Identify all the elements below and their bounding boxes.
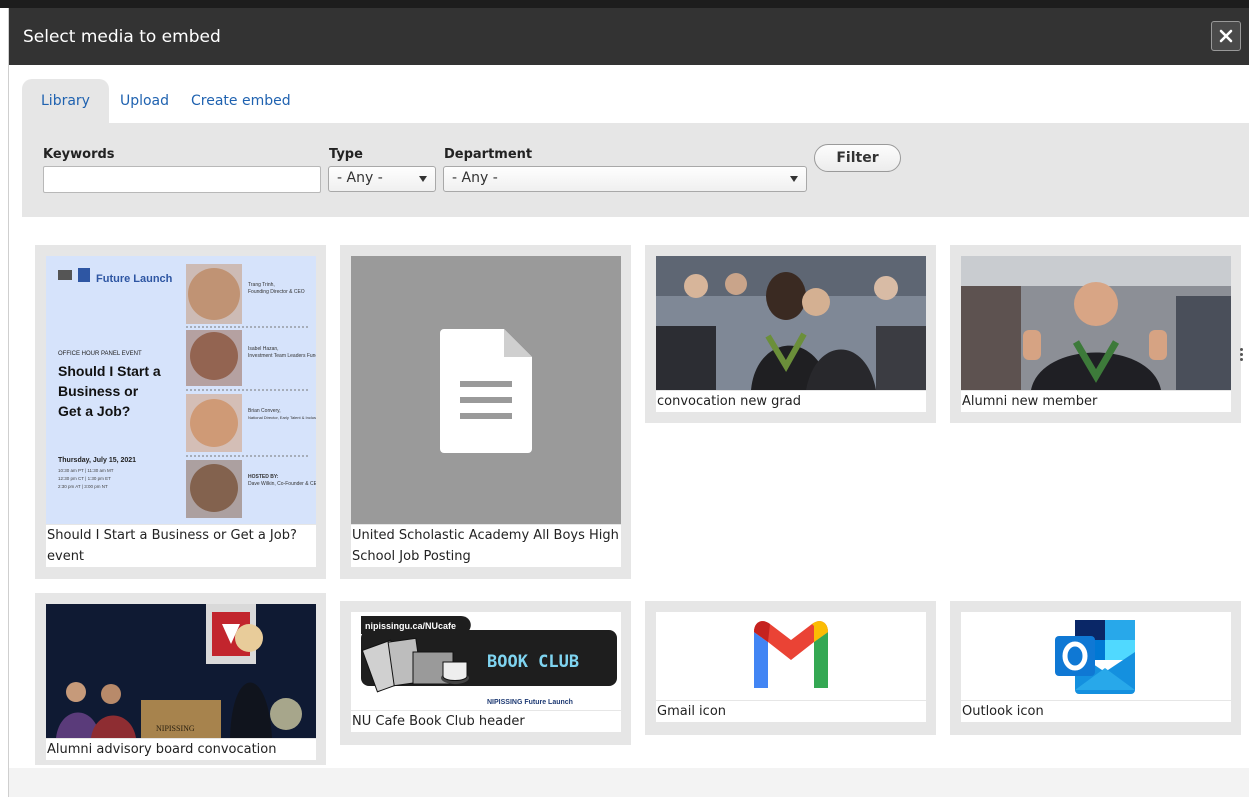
media-caption: convocation new grad [656, 391, 926, 412]
type-select[interactable]: - Any - [328, 166, 436, 192]
outlook-icon [1055, 620, 1135, 694]
tab-library[interactable]: Library [22, 79, 109, 123]
poster-date: Thursday, July 15, 2021 [58, 457, 136, 464]
dropdown-arrow-icon [790, 176, 798, 182]
keywords-label: Keywords [43, 147, 115, 162]
close-icon [1219, 29, 1233, 43]
svg-text:10:30 am PT | 11:30 am MT: 10:30 am PT | 11:30 am MT [58, 468, 114, 473]
department-label: Department [444, 147, 533, 162]
dropdown-arrow-icon [419, 176, 427, 182]
media-caption: Outlook icon [961, 701, 1231, 722]
speaker-2-name: Isabel Hazan, [248, 346, 279, 352]
media-caption: NU Cafe Book Club header [351, 711, 621, 732]
media-thumbnail: Future Launch Trang Trinh, Founding Dire… [46, 256, 316, 524]
speaker-1-name: Trang Trinh, [248, 282, 275, 288]
media-caption: Should I Start a Business or Get a Job? … [46, 525, 316, 567]
speaker-2-role: Investment Team Leaders Fund [248, 353, 316, 359]
media-thumbnail: nipissingu.ca/NUcafe BOOK CLUB NIPISSING… [351, 612, 621, 710]
media-item[interactable]: United Scholastic Academy All Boys High … [340, 245, 631, 579]
media-caption: United Scholastic Academy All Boys High … [351, 525, 621, 567]
speaker-3-name: Brian Convery, [248, 408, 281, 414]
svg-text:Should I Start a: Should I Start a [58, 363, 161, 379]
book-club-title: BOOK CLUB [487, 652, 579, 672]
media-thumbnail [656, 612, 926, 700]
podium-label: NIPISSING [156, 724, 195, 733]
media-thumbnail [961, 612, 1231, 700]
book-club-banner: nipissingu.ca/NUcafe BOOK CLUB NIPISSING… [351, 612, 621, 710]
background-page-strip [0, 0, 1249, 8]
svg-text:Business or: Business or [58, 383, 139, 399]
media-caption: Alumni advisory board convocation [46, 739, 316, 760]
media-caption: Gmail icon [656, 701, 926, 722]
convocation-photo [656, 256, 926, 390]
media-thumbnail [656, 256, 926, 390]
media-item[interactable]: Alumni new member [950, 245, 1241, 423]
media-thumbnail [961, 256, 1231, 390]
tab-create-embed[interactable]: Create embed [180, 79, 302, 123]
filter-bar: Keywords Type - Any - Department - Any -… [22, 123, 1249, 217]
speaker-4-name: HOSTED BY: [248, 474, 279, 480]
speaker-3-role: National Director, Early Talent & Inclus… [248, 415, 316, 420]
svg-text:2:30 pm AT | 3:00 pm NT: 2:30 pm AT | 3:00 pm NT [58, 484, 108, 489]
media-item[interactable]: Outlook icon [950, 601, 1241, 735]
poster-brand: Future Launch [96, 273, 173, 285]
svg-text:12:30 pm CT | 1:30 pm ET: 12:30 pm CT | 1:30 pm ET [58, 476, 111, 481]
filter-button[interactable]: Filter [814, 144, 901, 172]
kebab-menu-icon[interactable] [1240, 348, 1243, 363]
media-item[interactable]: NIPISSING Alumni advisory board convocat… [35, 593, 326, 765]
book-club-footer: NIPISSING Future Launch [487, 699, 573, 706]
keywords-input[interactable] [43, 166, 321, 193]
convocation-podium-photo: NIPISSING [46, 604, 316, 738]
poster-kicker: OFFICE HOUR PANEL EVENT [58, 351, 142, 357]
media-item[interactable]: convocation new grad [645, 245, 936, 423]
media-item[interactable]: Gmail icon [645, 601, 936, 735]
dialog-title: Select media to embed [23, 26, 221, 47]
tab-bar: Library Upload Create embed [22, 79, 302, 123]
svg-text:Get a Job?: Get a Job? [58, 403, 130, 419]
gmail-icon [754, 621, 828, 688]
speaker-1-role: Founding Director & CEO [248, 289, 305, 295]
media-caption: Alumni new member [961, 391, 1231, 412]
media-embed-dialog: Select media to embed Library Upload Cre… [8, 8, 1249, 797]
department-select[interactable]: - Any - [443, 166, 807, 192]
document-icon [440, 329, 532, 453]
event-poster-image: Future Launch Trang Trinh, Founding Dire… [46, 256, 316, 524]
book-club-url: nipissingu.ca/NUcafe [365, 621, 456, 631]
media-thumbnail [351, 256, 621, 524]
type-select-value: - Any - [337, 170, 383, 186]
media-item[interactable]: nipissingu.ca/NUcafe BOOK CLUB NIPISSING… [340, 601, 631, 745]
media-thumbnail: NIPISSING [46, 604, 316, 738]
close-button[interactable] [1211, 21, 1241, 51]
dialog-footer [9, 768, 1249, 797]
dialog-titlebar: Select media to embed [9, 8, 1249, 65]
media-item[interactable]: Future Launch Trang Trinh, Founding Dire… [35, 245, 326, 579]
department-select-value: - Any - [452, 170, 498, 186]
speaker-4-role: Dave Wilkin, Co-Founder & CEO [248, 481, 316, 487]
alumni-photo [961, 256, 1231, 390]
tab-upload[interactable]: Upload [109, 79, 180, 123]
type-label: Type [329, 147, 363, 162]
